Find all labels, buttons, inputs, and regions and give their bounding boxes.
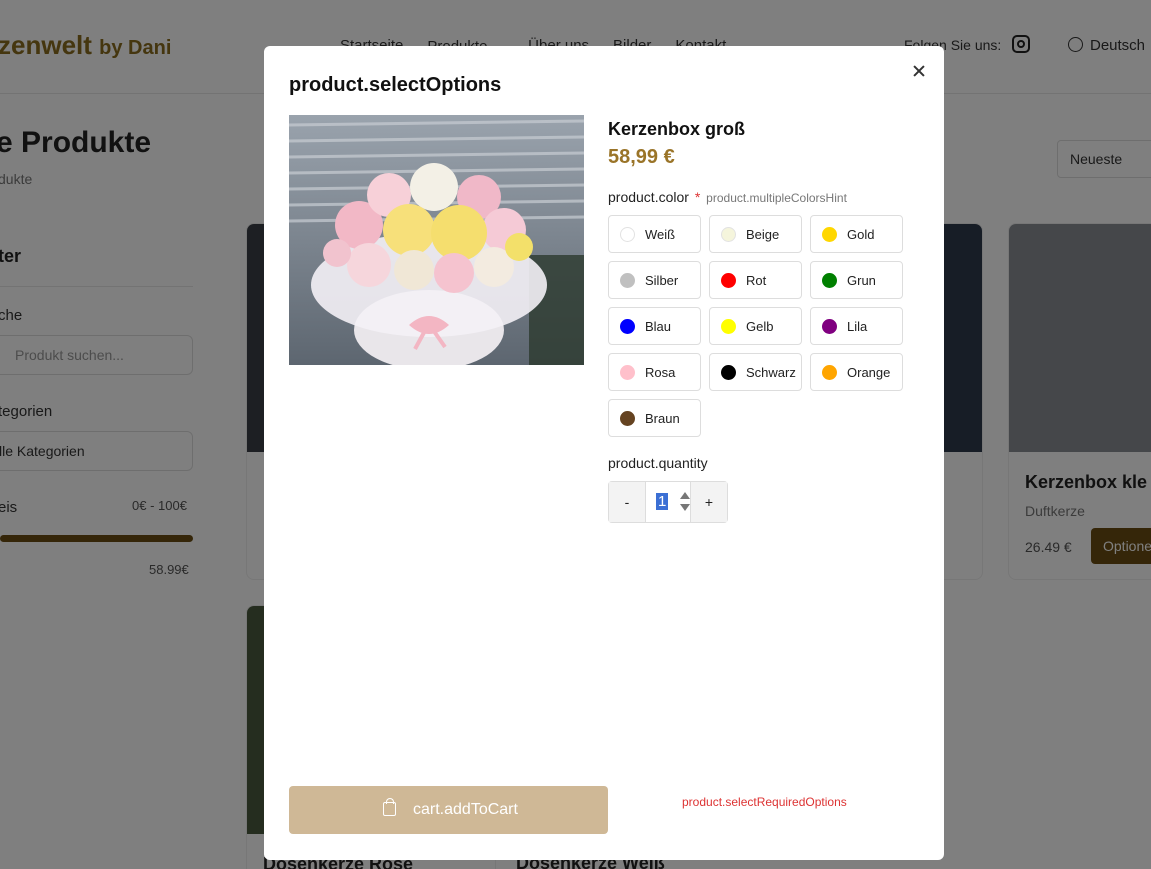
color-option-rot[interactable]: Rot xyxy=(709,261,802,299)
color-swatch xyxy=(822,365,837,380)
color-swatch xyxy=(822,227,837,242)
add-to-cart-label: cart.addToCart xyxy=(413,801,518,818)
quantity-stepper: - 1 + xyxy=(608,481,728,523)
color-option-lila[interactable]: Lila xyxy=(810,307,903,345)
color-option-beige[interactable]: Beige xyxy=(709,215,802,253)
color-swatch xyxy=(620,273,635,288)
product-price: 58,99 € xyxy=(608,146,675,168)
spin-up-icon[interactable] xyxy=(680,492,690,499)
color-swatch xyxy=(721,227,736,242)
add-to-cart-button[interactable]: cart.addToCart xyxy=(289,786,608,834)
color-swatch xyxy=(822,319,837,334)
shopping-bag-icon xyxy=(383,798,396,816)
increment-button[interactable]: + xyxy=(691,482,727,522)
flower-box-photo xyxy=(289,115,584,365)
color-swatch xyxy=(620,319,635,334)
quantity-label: product.quantity xyxy=(608,455,708,471)
color-option-gold[interactable]: Gold xyxy=(810,215,903,253)
product-image xyxy=(289,115,584,365)
close-icon[interactable] xyxy=(910,62,928,80)
color-option-orange[interactable]: Orange xyxy=(810,353,903,391)
color-option-blau[interactable]: Blau xyxy=(608,307,701,345)
color-label: product.color * product.multipleColorsHi… xyxy=(608,189,847,205)
color-hint: product.multipleColorsHint xyxy=(706,191,847,205)
spin-down-icon[interactable] xyxy=(680,504,690,511)
color-option-braun[interactable]: Braun xyxy=(608,399,701,437)
color-swatch xyxy=(620,227,635,242)
required-mark: * xyxy=(694,189,701,205)
color-swatch xyxy=(822,273,837,288)
color-swatch xyxy=(721,365,736,380)
modal-title: product.selectOptions xyxy=(289,74,502,96)
color-option-schwarz[interactable]: Schwarz xyxy=(709,353,802,391)
color-option-rosa[interactable]: Rosa xyxy=(608,353,701,391)
required-options-message: product.selectRequiredOptions xyxy=(682,795,847,809)
color-option-silber[interactable]: Silber xyxy=(608,261,701,299)
select-options-modal: product.selectOptions Kerzenbox groß 58,… xyxy=(264,46,944,860)
quantity-input[interactable]: 1 xyxy=(645,482,691,522)
color-option-weiss[interactable]: Weiß xyxy=(608,215,701,253)
color-option-gelb[interactable]: Gelb xyxy=(709,307,802,345)
decrement-button[interactable]: - xyxy=(609,482,645,522)
color-swatch xyxy=(620,365,635,380)
color-swatch xyxy=(721,319,736,334)
color-swatch xyxy=(620,411,635,426)
quantity-value: 1 xyxy=(656,493,669,510)
product-name: Kerzenbox groß xyxy=(608,119,746,139)
color-option-grun[interactable]: Grun xyxy=(810,261,903,299)
color-swatch xyxy=(721,273,736,288)
